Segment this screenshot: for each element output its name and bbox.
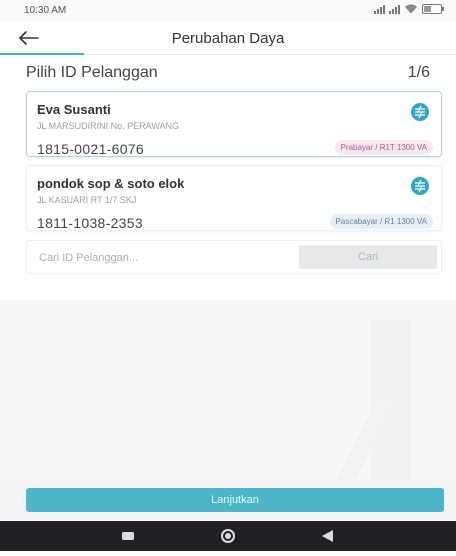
tariff-badge: Pascabayar / R1 1300 VA: [329, 214, 433, 229]
customer-address: JL MARSUDIRINI No. PERAWANG: [37, 121, 180, 131]
customer-id: 1815-0021-6076: [37, 141, 144, 157]
signal-icon: [389, 4, 400, 14]
battery-icon: [422, 4, 444, 14]
home-button[interactable]: [198, 521, 258, 551]
back-triangle-icon: [322, 530, 333, 542]
app-bar: Perubahan Daya: [0, 22, 456, 55]
customer-card[interactable]: pondok sop & soto elok JL KASUARI RT 1/7…: [26, 165, 442, 231]
page-title: Perubahan Daya: [171, 30, 285, 47]
wifi-icon: [405, 4, 417, 14]
nav-back-button[interactable]: [298, 521, 358, 551]
header-indicator: [0, 53, 84, 55]
status-icons: [374, 4, 444, 14]
customer-card-selected[interactable]: Eva Susanti JL MARSUDIRINI No. PERAWANG …: [26, 91, 442, 157]
home-icon: [221, 529, 235, 543]
signal-icon: [374, 4, 385, 14]
customer-address: JL KASUARI RT 1/7 SKJ: [37, 195, 137, 205]
section-header: Pilih ID Pelanggan 1/6: [26, 64, 430, 86]
system-nav-bar: [0, 521, 456, 551]
electricity-icon: [411, 103, 429, 121]
customer-name: pondok sop & soto elok: [37, 176, 185, 191]
search-button[interactable]: Cari: [299, 245, 437, 269]
status-bar: 10:30 AM: [0, 0, 456, 22]
customer-name: Eva Susanti: [37, 102, 111, 117]
recents-button[interactable]: [98, 521, 158, 551]
section-title: Pilih ID Pelanggan: [26, 64, 158, 81]
tariff-badge: Prabayar / R1T 1300 VA: [334, 140, 433, 155]
search-box: Cari: [26, 240, 442, 274]
continue-button[interactable]: Lanjutkan: [26, 488, 444, 512]
electricity-icon: [411, 177, 429, 195]
customer-id: 1811-1038-2353: [37, 215, 143, 231]
customer-count: 1/6: [407, 64, 430, 81]
customer-id-search-input[interactable]: [37, 247, 291, 269]
recents-icon: [122, 532, 134, 540]
status-time: 10:30 AM: [24, 5, 67, 16]
watermark-icon: [336, 320, 411, 480]
